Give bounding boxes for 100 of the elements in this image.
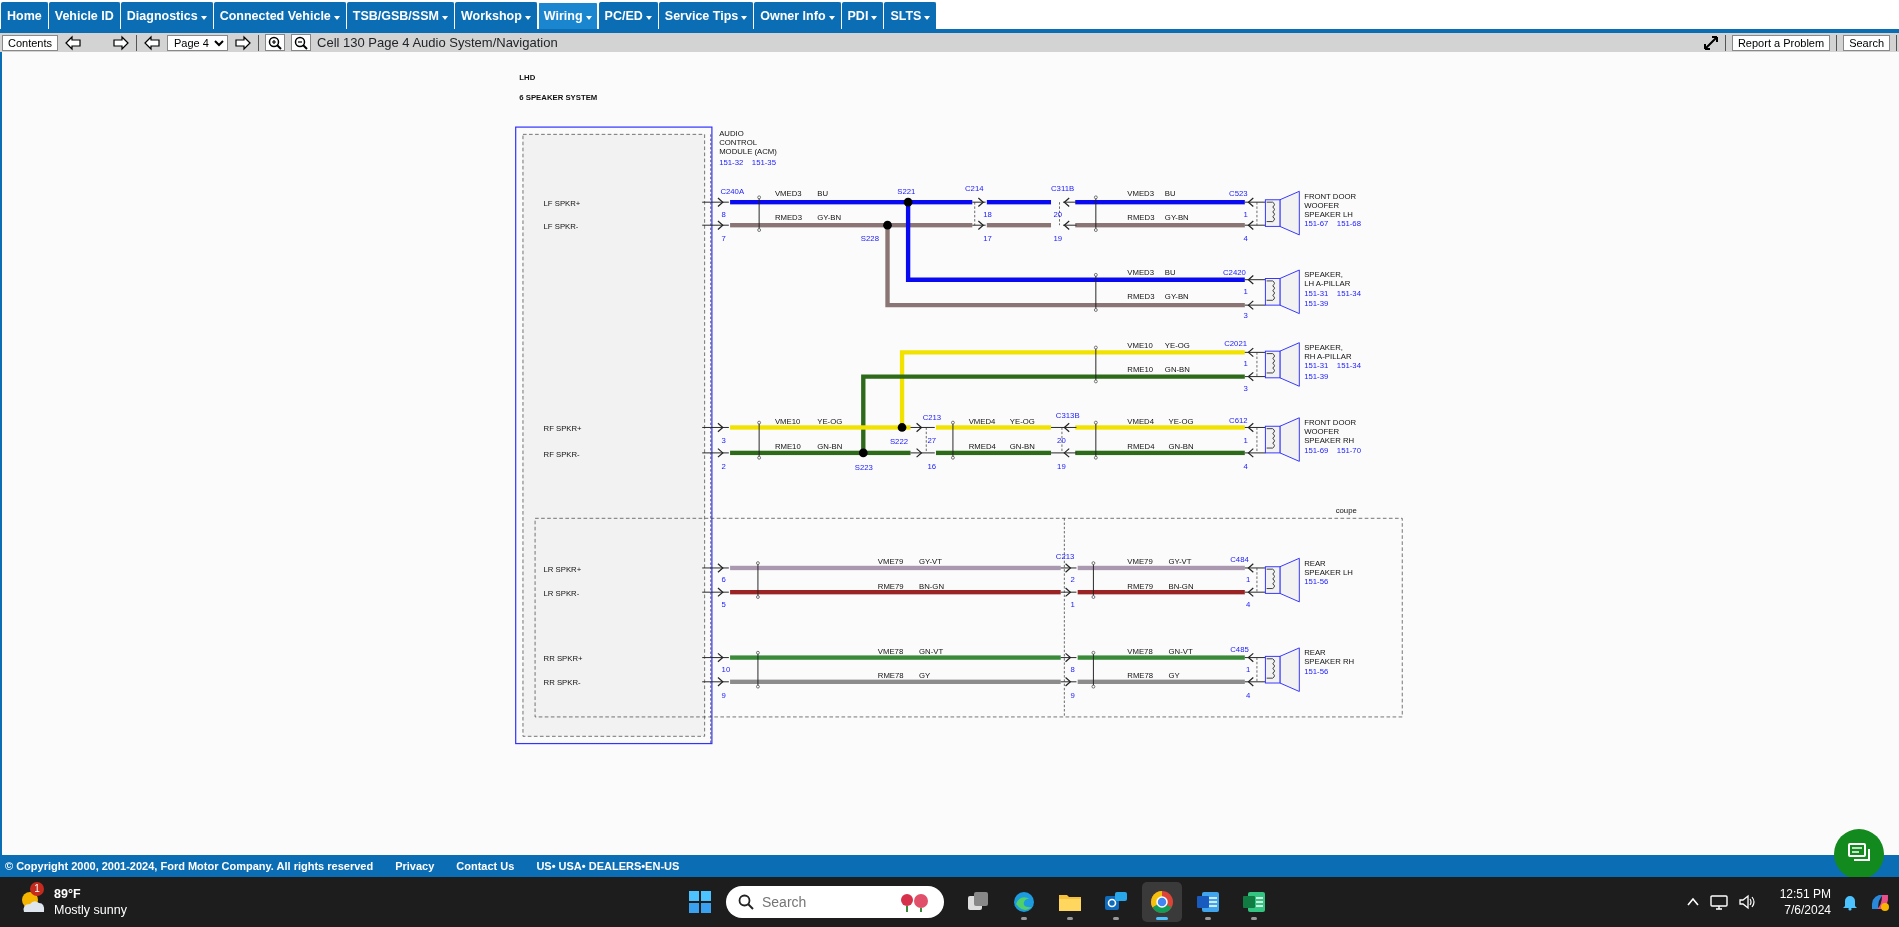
speaker-icon[interactable]	[1737, 893, 1756, 911]
terminal-icon	[910, 422, 936, 433]
connector-label: C240A	[720, 186, 745, 196]
zone-label: coupe	[1335, 506, 1357, 516]
twisted-pair-marker	[757, 420, 761, 460]
nav-tab[interactable]: Owner Info	[754, 2, 841, 29]
terminal-icon	[1060, 563, 1077, 573]
nav-tab[interactable]: Connected Vehicle	[213, 2, 346, 29]
reference-number: 151-34	[1336, 288, 1361, 298]
nav-tab[interactable]: Wiring	[537, 2, 598, 29]
previous-page-icon[interactable]	[143, 34, 162, 51]
pin-number: 1	[1246, 575, 1251, 585]
pin-number: 20	[1057, 436, 1066, 446]
pin-number: 3	[1243, 384, 1248, 394]
reference-number: 151-31	[1304, 288, 1329, 298]
search-button[interactable]: Search	[1843, 34, 1890, 51]
clock-date[interactable]: 7/6/2024	[1779, 902, 1831, 918]
app-icon[interactable]	[1242, 890, 1266, 914]
connector-outline	[1061, 427, 1063, 454]
circuit-label: RME78	[1127, 671, 1154, 681]
pin-number: 18	[983, 209, 992, 219]
twisted-pair-marker	[1094, 273, 1098, 312]
terminal-icon	[701, 220, 730, 231]
footer-link[interactable]: Privacy	[395, 857, 435, 875]
wire-color-code: GY-VT	[919, 557, 942, 567]
wire-color-code: YE-OG	[817, 416, 843, 426]
pin-number: 2	[1070, 575, 1075, 585]
pin-number: 2	[721, 461, 726, 471]
nav-tab[interactable]: PC/ED	[598, 2, 658, 29]
wire-color-code: BU	[817, 189, 829, 199]
twisted-pair-marker	[1091, 561, 1096, 599]
connector-label: C213	[1055, 552, 1075, 562]
pin-number: 5	[721, 599, 726, 609]
page-select[interactable]: Page 4	[167, 34, 229, 51]
back-arrow-icon[interactable]	[64, 34, 83, 51]
forward-arrow-icon[interactable]	[112, 34, 131, 51]
twisted-pair-marker	[756, 650, 760, 689]
search-field[interactable]: Search	[726, 886, 944, 918]
connector-outline	[1256, 427, 1258, 454]
circuit-label: VME10	[1127, 340, 1153, 350]
diagram-heading: LHD	[519, 72, 536, 82]
circuit-label: VMED4	[968, 416, 996, 426]
pin-number: 27	[927, 436, 937, 446]
speaker-name: REAR SPEAKER LH	[1304, 558, 1353, 577]
terminal-icon	[701, 422, 730, 433]
clock-time[interactable]: 12:51 PM	[1779, 886, 1831, 902]
twisted-pair-marker	[1094, 195, 1098, 232]
terminal-icon	[1244, 274, 1266, 285]
chat-button[interactable]	[1834, 829, 1884, 879]
terminal-icon	[1050, 448, 1077, 458]
module-name: AUDIO CONTROL MODULE (ACM)	[719, 128, 777, 156]
windows-logo-icon[interactable]	[688, 890, 712, 914]
connector-outline	[1256, 352, 1258, 377]
circuit-label: RME10	[774, 442, 801, 452]
speaker-icon	[1264, 342, 1300, 387]
twisted-pair-marker	[951, 420, 955, 460]
fullscreen-icon[interactable]	[1702, 34, 1719, 51]
reference-number: 151-56	[1304, 666, 1329, 676]
app-icon[interactable]	[1150, 890, 1174, 914]
speaker-icon	[1264, 190, 1300, 236]
terminal-icon	[1244, 563, 1266, 573]
page-title: Cell 130 Page 4 Audio System/Navigation	[317, 33, 558, 52]
nav-tab[interactable]: PDI	[841, 2, 884, 29]
nav-tab[interactable]: TSB/GSB/SSM	[346, 2, 454, 29]
report-problem-button[interactable]: Report a Problem	[1731, 34, 1831, 51]
circuit-label: VMED3	[774, 189, 802, 199]
nav-tab[interactable]: Workshop	[454, 2, 537, 29]
connector-label: C523	[1229, 189, 1248, 199]
pin-number: 7	[721, 233, 726, 243]
nav-tab[interactable]: Service Tips	[658, 2, 754, 29]
contents-button[interactable]: Contents	[2, 34, 59, 51]
bell-icon[interactable]	[1841, 893, 1859, 911]
connector-outline	[1256, 567, 1258, 593]
connector-label: C484	[1230, 554, 1249, 564]
terminal-icon	[701, 587, 730, 598]
taskbar-app-icon[interactable]	[1142, 882, 1182, 922]
pin-number: 17	[983, 233, 992, 243]
reference-number: 151-35	[751, 157, 776, 167]
terminal-icon	[1244, 676, 1266, 687]
terminal-icon	[1244, 371, 1266, 382]
circuit-label: RME79	[877, 581, 904, 591]
nav-tab[interactable]: Vehicle ID	[48, 2, 120, 29]
connector-outline	[925, 427, 927, 454]
nav-tab[interactable]: Diagnostics	[120, 2, 213, 29]
footer-link[interactable]: Contact Us	[456, 857, 515, 875]
app-icon[interactable]	[1196, 890, 1220, 914]
speaker-icon	[1264, 417, 1300, 462]
pin-number: 3	[721, 436, 726, 446]
next-page-icon[interactable]	[234, 34, 253, 51]
pin-number: 1	[1246, 665, 1251, 675]
terminal-icon	[1050, 422, 1077, 433]
wire-color-code: GN-BN	[1164, 364, 1190, 374]
nav-tab[interactable]: SLTS	[884, 2, 937, 29]
terminal-icon	[1060, 652, 1077, 663]
splice-label: S223	[854, 462, 873, 472]
nav-tab[interactable]: Home	[1, 2, 48, 29]
monitor-icon[interactable]	[1709, 893, 1728, 911]
speaker-icon	[1264, 557, 1300, 603]
wire-color-code: GN-BN	[1168, 442, 1194, 452]
app-icon[interactable]	[1012, 890, 1036, 914]
